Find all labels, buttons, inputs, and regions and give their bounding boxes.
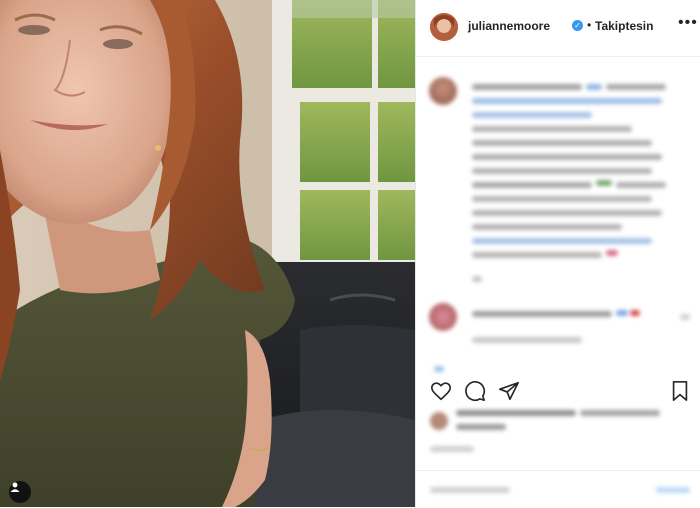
selfie-image (0, 0, 415, 507)
comment-input-bar (416, 470, 700, 508)
comment-input[interactable] (416, 471, 700, 508)
post-photo[interactable] (0, 0, 415, 507)
likes-text-blurred (416, 0, 700, 452)
post-side-panel: juliannemoore ✓ • Takiptesin ••• (415, 0, 700, 507)
user-tag-button[interactable] (9, 481, 31, 503)
person-icon (10, 482, 20, 492)
instagram-post: juliannemoore ✓ • Takiptesin ••• (0, 0, 700, 507)
